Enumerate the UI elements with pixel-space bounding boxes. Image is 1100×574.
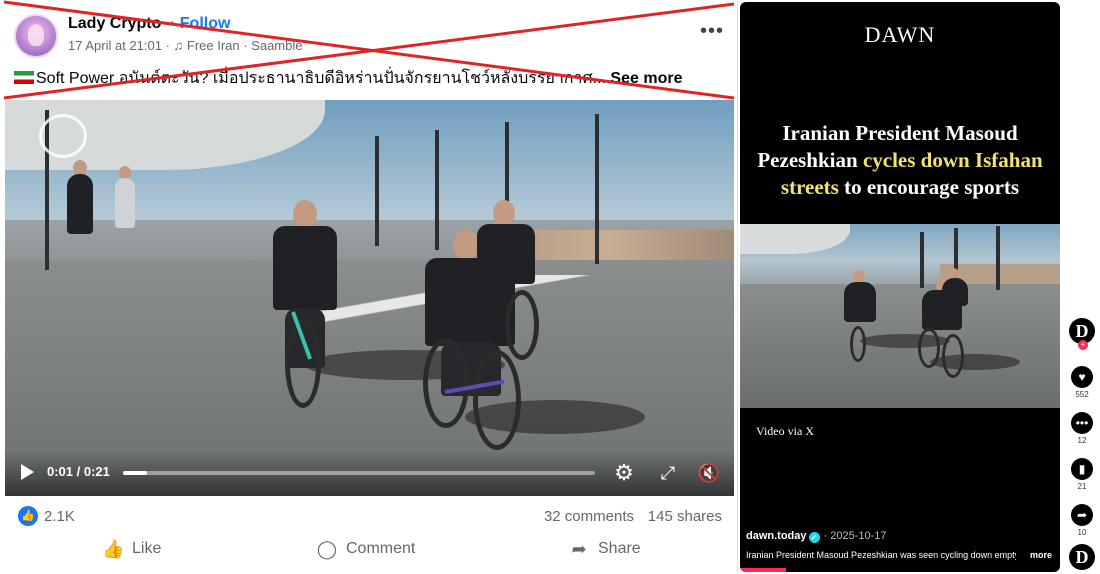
caption-text: Soft Power อนันต์ตะวัน? เมื่อประธานาธิบด… (36, 70, 606, 87)
thumbs-up-icon: 👍 (102, 539, 125, 559)
video-player[interactable]: 0:01 / 0:21 ⚙ ⤢ 🔇 (5, 100, 734, 496)
like-label: Like (132, 540, 162, 557)
street-lamp (375, 136, 379, 246)
dawn-progress-bar[interactable] (740, 568, 786, 572)
bookmark-icon: ▮ (1071, 458, 1093, 480)
comment-button[interactable]: ◯ Comment (316, 539, 415, 563)
dawn-description: Iranian President Masoud Pezeshkian was … (746, 550, 1016, 560)
author-name[interactable]: Lady Crypto (68, 15, 161, 33)
post-date: · 2025-10-17 (823, 530, 887, 542)
cyclist (255, 200, 365, 410)
like-button[interactable]: 👍 Like (102, 539, 161, 563)
cyclist (836, 270, 886, 362)
follow-button[interactable]: · Follow (170, 15, 230, 33)
iran-flag-icon (14, 71, 34, 84)
post-actions: 👍 Like ◯ Comment ➦ Share (14, 533, 726, 567)
more-dots-icon[interactable]: ••• (700, 20, 724, 43)
headline-part-c: to encourage sports (838, 175, 1020, 199)
video-progress-fill (123, 471, 147, 475)
comment-icon: ••• (1071, 412, 1093, 434)
video-controls: 0:01 / 0:21 ⚙ ⤢ 🔇 (5, 450, 734, 496)
like-action[interactable]: ♥ 552 (1064, 366, 1100, 399)
profile-avatar[interactable]: D + (1064, 318, 1100, 350)
heart-icon: ♥ (1071, 366, 1093, 388)
follow-plus-icon[interactable]: + (1078, 340, 1088, 350)
dawn-video-frame[interactable] (740, 224, 1060, 408)
author-avatar[interactable] (14, 14, 58, 58)
expand-icon[interactable]: ⤢ (657, 462, 679, 484)
likes-count[interactable]: 2.1K (44, 508, 75, 525)
share-arrow-icon: ➦ (571, 539, 587, 559)
video-stadium (740, 224, 850, 254)
comment-count: 12 (1077, 436, 1087, 445)
comment-bubble-icon: ◯ (316, 539, 338, 559)
side-action-rail: D + ♥ 552 ••• 12 ▮ 21 ➦ 10 D (1064, 316, 1100, 574)
see-more-link[interactable]: See more (610, 70, 682, 87)
like-reaction-icon: 👍 (18, 506, 38, 526)
dawn-headline: Iranian President Masoud Pezeshkian cycl… (748, 120, 1052, 201)
post-caption: Soft Power อนันต์ตะวัน? เมื่อประธานาธิบด… (14, 66, 729, 91)
street-lamp (996, 226, 1000, 290)
cyclist (475, 200, 545, 360)
channel-logo-watermark (39, 114, 87, 158)
comment-action[interactable]: ••• 12 (1064, 412, 1100, 445)
dawn-logo: DAWN (864, 22, 936, 47)
video-credit: Video via X (756, 424, 814, 438)
shares-count[interactable]: 145 shares (648, 508, 722, 525)
cyclist (940, 268, 970, 338)
pedestrian (65, 160, 95, 240)
save-count: 21 (1077, 482, 1087, 491)
play-icon[interactable] (21, 464, 34, 480)
like-count: 552 (1075, 390, 1089, 399)
facebook-post: Lady Crypto · Follow 17 April at 21:01 ·… (0, 0, 738, 574)
share-count: 10 (1077, 528, 1087, 537)
dawn-more-link[interactable]: more (1030, 550, 1052, 560)
video-time: 0:01 / 0:21 (47, 464, 110, 479)
share-icon: ➦ (1071, 504, 1093, 526)
share-label: Share (598, 540, 641, 557)
gear-icon[interactable]: ⚙ (613, 462, 635, 484)
comments-count[interactable]: 32 comments (544, 508, 634, 525)
page: Lady Crypto · Follow 17 April at 21:01 ·… (0, 0, 1100, 574)
dawn-video-post[interactable]: DAWN Iranian President Masoud Pezeshkian… (740, 2, 1060, 572)
save-action[interactable]: ▮ 21 (1064, 458, 1100, 491)
share-action[interactable]: ➦ 10 (1064, 504, 1100, 537)
sound-avatar[interactable]: D (1064, 544, 1100, 570)
post-meta: 17 April at 21:01 · ♫ Free Iran · Saambl… (68, 38, 303, 53)
dawn-handle[interactable]: dawn.today ✓ · 2025-10-17 (746, 530, 887, 543)
mute-icon[interactable]: 🔇 (697, 462, 721, 484)
video-progress-bar[interactable] (123, 471, 595, 475)
verified-badge-icon: ✓ (808, 532, 820, 543)
street-lamp (595, 114, 599, 264)
pedestrian (113, 166, 137, 236)
handle-text: dawn.today (746, 530, 807, 542)
comment-label: Comment (346, 540, 416, 557)
post-header: Lady Crypto · Follow 17 April at 21:01 ·… (14, 12, 730, 62)
post-stats: 👍 2.1K 32 comments 145 shares (14, 505, 726, 529)
sound-letter: D (1069, 544, 1095, 570)
share-button[interactable]: ➦ Share (568, 539, 641, 563)
